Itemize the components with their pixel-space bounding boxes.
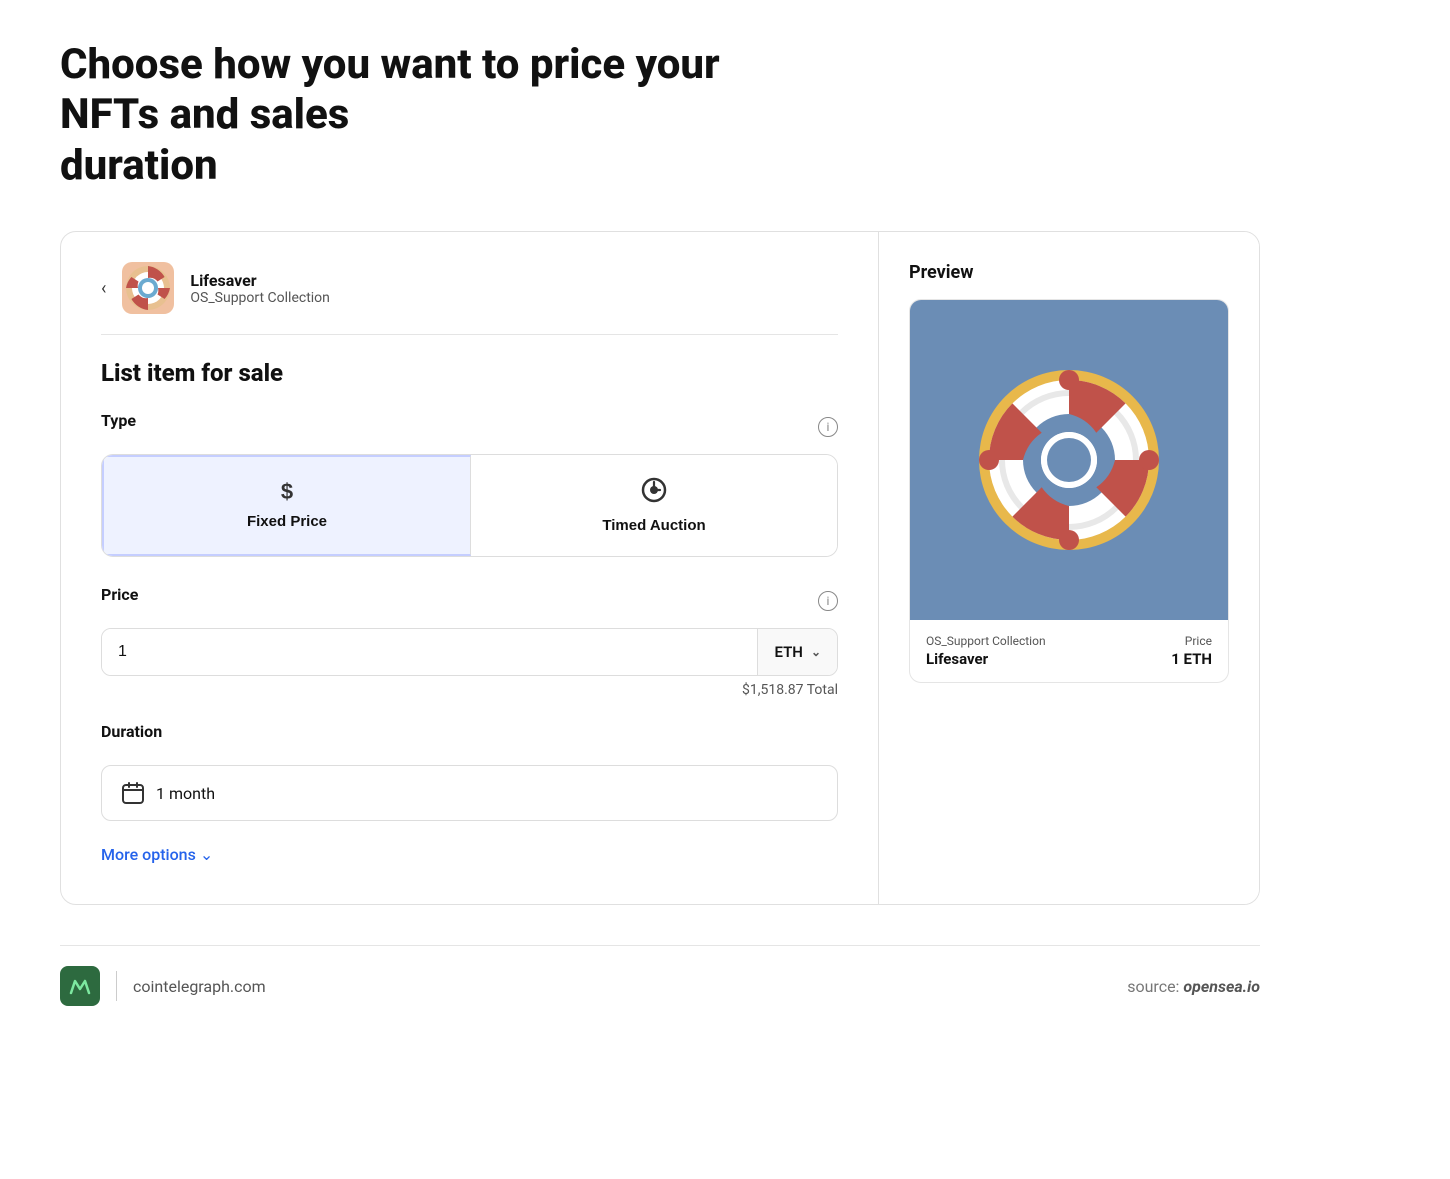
nft-preview-card: OS_Support Collection Lifesaver Price 1 … bbox=[909, 299, 1229, 683]
nft-collection-name: OS_Support Collection bbox=[926, 634, 1046, 648]
currency-selector[interactable]: ETH ⌄ bbox=[757, 629, 837, 675]
item-thumbnail bbox=[122, 262, 174, 314]
duration-field-header: Duration bbox=[101, 722, 838, 753]
nft-preview-image bbox=[910, 300, 1228, 620]
nft-item-name: Lifesaver bbox=[926, 650, 1046, 668]
left-panel: ‹ Lifesaver OS_Support Collection bbox=[61, 232, 879, 904]
type-label: Type bbox=[101, 411, 136, 430]
section-title: List item for sale bbox=[101, 359, 838, 387]
price-label: Price bbox=[101, 585, 138, 604]
nft-item-details: OS_Support Collection Lifesaver bbox=[926, 634, 1046, 668]
duration-value: 1 month bbox=[156, 784, 215, 803]
type-info-icon[interactable]: i bbox=[818, 417, 838, 437]
footer-source: source: opensea.io bbox=[1127, 977, 1260, 996]
currency-chevron-icon: ⌄ bbox=[811, 645, 821, 659]
back-button[interactable]: ‹ bbox=[101, 278, 106, 299]
item-header: ‹ Lifesaver OS_Support Collection bbox=[101, 262, 838, 335]
source-name: opensea.io bbox=[1183, 977, 1260, 996]
price-input-row: ETH ⌄ bbox=[101, 628, 838, 676]
type-selector: $ Fixed Price Timed Auction bbox=[101, 454, 838, 557]
right-panel: Preview bbox=[879, 232, 1259, 904]
calendar-icon bbox=[122, 782, 144, 804]
footer-divider bbox=[116, 971, 117, 1001]
clock-icon bbox=[641, 477, 667, 509]
timed-auction-option[interactable]: Timed Auction bbox=[471, 455, 837, 556]
item-name: Lifesaver bbox=[190, 271, 330, 290]
lifesaver-svg bbox=[969, 360, 1169, 560]
fixed-price-option[interactable]: $ Fixed Price bbox=[102, 455, 471, 556]
footer-logo bbox=[60, 966, 100, 1006]
type-field-header: Type i bbox=[101, 411, 838, 442]
nft-price-label: Price bbox=[1171, 634, 1212, 648]
price-input[interactable] bbox=[102, 629, 757, 675]
page-title: Choose how you want to price your NFTs a… bbox=[60, 40, 760, 191]
duration-label: Duration bbox=[101, 722, 162, 741]
dollar-icon: $ bbox=[281, 479, 293, 505]
timed-auction-label: Timed Auction bbox=[602, 517, 705, 534]
more-options-link[interactable]: More options ⌄ bbox=[101, 845, 838, 864]
duration-field[interactable]: 1 month bbox=[101, 765, 838, 821]
nft-price-details: Price 1 ETH bbox=[1171, 634, 1212, 668]
source-prefix: source: bbox=[1127, 977, 1179, 996]
currency-value: ETH bbox=[774, 643, 802, 661]
price-section: Price i ETH ⌄ $1,518.87 Total bbox=[101, 585, 838, 698]
fixed-price-label: Fixed Price bbox=[247, 513, 327, 530]
footer-left: cointelegraph.com bbox=[60, 966, 266, 1006]
footer-domain: cointelegraph.com bbox=[133, 977, 266, 996]
price-field-header: Price i bbox=[101, 585, 838, 616]
page-footer: cointelegraph.com source: opensea.io bbox=[60, 945, 1260, 1006]
price-info-icon[interactable]: i bbox=[818, 591, 838, 611]
item-collection: OS_Support Collection bbox=[190, 290, 330, 306]
nft-preview-info: OS_Support Collection Lifesaver Price 1 … bbox=[910, 620, 1228, 682]
main-card: ‹ Lifesaver OS_Support Collection bbox=[60, 231, 1260, 905]
duration-section: Duration 1 month bbox=[101, 722, 838, 821]
price-total: $1,518.87 Total bbox=[101, 682, 838, 698]
more-options-label: More options bbox=[101, 845, 196, 864]
item-info: Lifesaver OS_Support Collection bbox=[190, 271, 330, 306]
more-options-chevron-icon: ⌄ bbox=[200, 845, 213, 864]
nft-price-value: 1 ETH bbox=[1171, 650, 1212, 668]
preview-label: Preview bbox=[909, 262, 1229, 283]
